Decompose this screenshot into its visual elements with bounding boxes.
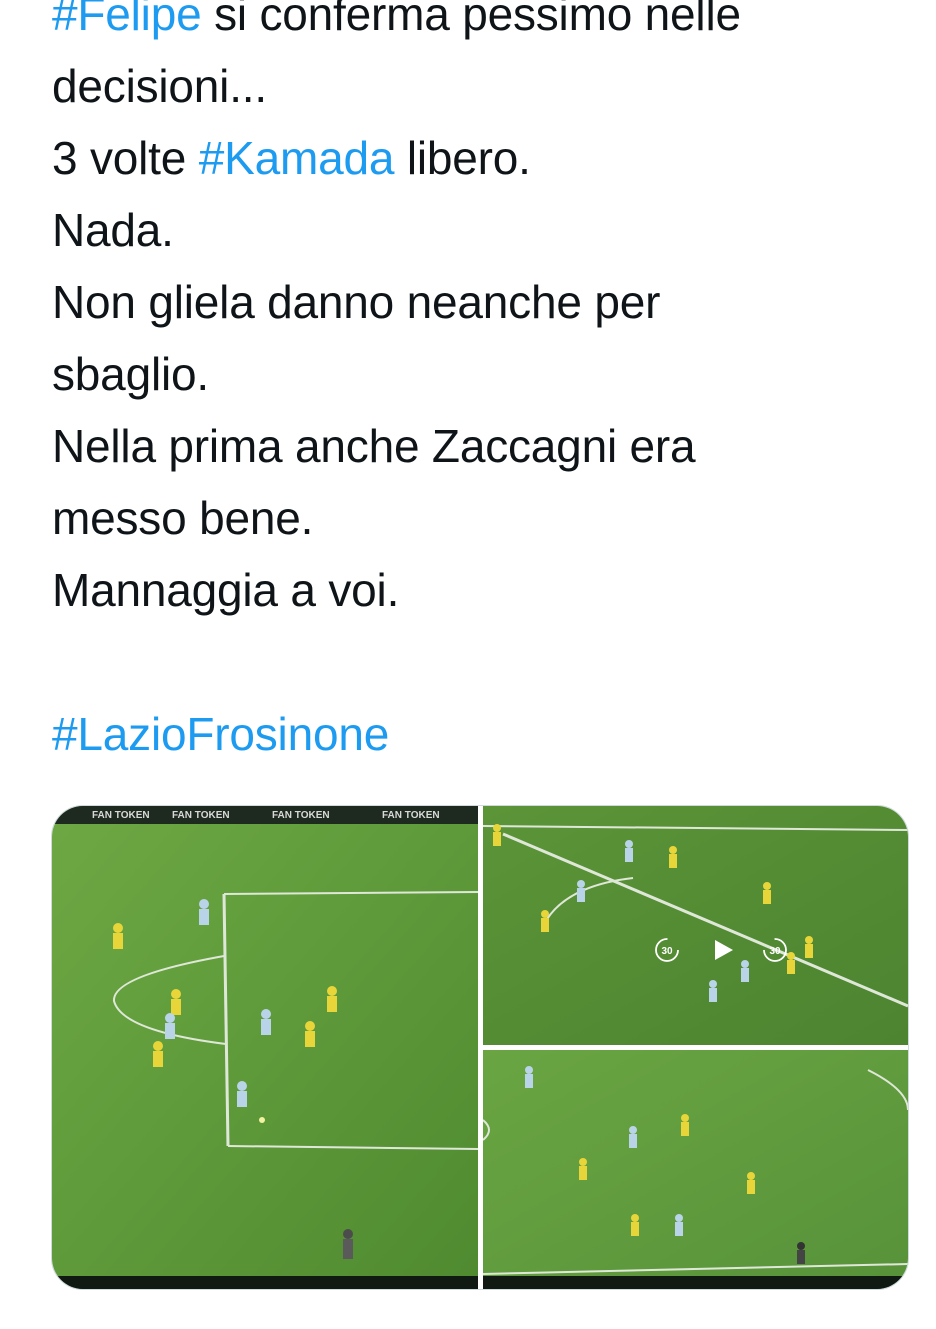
- pitch-photo-3: [483, 1050, 908, 1289]
- tweet-text-span: Mannaggia a voi.: [52, 564, 400, 616]
- rewind-30-icon[interactable]: 30: [653, 936, 681, 964]
- tweet-text-span: Nada.: [52, 204, 174, 256]
- tweet-text-span: sbaglio.: [52, 348, 209, 400]
- tweet-line: Mannaggia a voi.: [52, 554, 892, 626]
- ad-banner-text: FAN TOKEN: [382, 810, 440, 821]
- tweet-line: Nella prima anche Zaccagni era: [52, 410, 892, 482]
- ad-banner-text: FAN TOKEN: [272, 810, 330, 821]
- forward-30-icon[interactable]: 30: [761, 936, 789, 964]
- tweet-text-span: decisioni...: [52, 60, 267, 112]
- pitch-photo-1: FAN TOKEN FAN TOKEN FAN TOKEN FAN TOKEN: [52, 806, 478, 1289]
- tweet-text-span: libero.: [394, 132, 531, 184]
- tweet-text-span: si conferma pessimo nelle: [201, 0, 741, 40]
- svg-text:30: 30: [661, 946, 673, 957]
- hashtag-laziofrosinone[interactable]: #LazioFrosinone: [52, 708, 389, 760]
- video-controls: 30 30: [653, 930, 793, 970]
- tweet-line: Non gliela danno neanche per: [52, 266, 892, 338]
- tweet-line: #LazioFrosinone: [52, 698, 892, 770]
- tweet-line: Nada.: [52, 194, 892, 266]
- tweet-text: #Felipe si conferma pessimo nelle decisi…: [52, 0, 892, 770]
- tweet-text-span: Non gliela danno neanche per: [52, 276, 661, 328]
- tweet-line: 3 volte #Kamada libero.: [52, 122, 892, 194]
- media-video[interactable]: 30 30: [483, 806, 908, 1045]
- play-icon[interactable]: [709, 936, 737, 964]
- pitch-photo-2: [483, 806, 908, 1045]
- tweet-text-span: Nella prima anche Zaccagni era: [52, 420, 696, 472]
- tweet-line: messo bene.: [52, 482, 892, 554]
- ad-banner-text: FAN TOKEN: [172, 810, 230, 821]
- tweet-text-span: messo bene.: [52, 492, 314, 544]
- media-grid: FAN TOKEN FAN TOKEN FAN TOKEN FAN TOKEN: [51, 805, 909, 1290]
- svg-text:30: 30: [769, 946, 781, 957]
- ad-banner-text: FAN TOKEN: [92, 810, 150, 821]
- media-image-1[interactable]: FAN TOKEN FAN TOKEN FAN TOKEN FAN TOKEN: [52, 806, 478, 1289]
- tweet-line: #Felipe si conferma pessimo nelle: [52, 0, 892, 50]
- hashtag-kamada[interactable]: #Kamada: [199, 132, 395, 184]
- tweet-line: sbaglio.: [52, 338, 892, 410]
- hashtag-felipe[interactable]: #Felipe: [52, 0, 202, 40]
- tweet-line: decisioni...: [52, 50, 892, 122]
- media-image-3[interactable]: [483, 1050, 908, 1289]
- tweet-text-span: 3 volte: [52, 132, 199, 184]
